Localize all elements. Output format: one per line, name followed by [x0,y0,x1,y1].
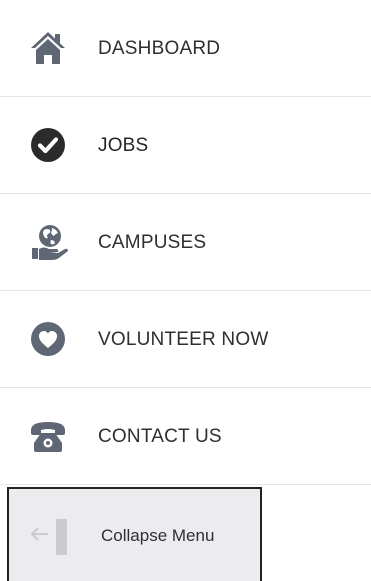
sidebar-menu: DASHBOARD JOBS CAMPUSES VOLUNTEER NOW CO… [0,0,371,581]
telephone-icon [28,416,68,456]
sidebar-item-label: VOLUNTEER NOW [98,328,269,350]
home-icon [28,28,68,68]
collapse-menu-button[interactable]: Collapse Menu [7,487,262,581]
sidebar-item-contact-us[interactable]: CONTACT US [0,388,371,485]
sidebar-item-dashboard[interactable]: DASHBOARD [0,0,371,97]
sidebar-item-label: CAMPUSES [98,231,207,253]
collapse-arrow-icon [28,517,72,555]
nav-list: DASHBOARD JOBS CAMPUSES VOLUNTEER NOW CO… [0,0,371,485]
sidebar-item-campuses[interactable]: CAMPUSES [0,194,371,291]
sidebar-item-volunteer-now[interactable]: VOLUNTEER NOW [0,291,371,388]
sidebar-item-jobs[interactable]: JOBS [0,97,371,194]
sidebar-item-label: CONTACT US [98,425,222,447]
globe-in-hand-icon [28,222,68,262]
collapse-menu-label: Collapse Menu [101,526,215,545]
sidebar-item-label: DASHBOARD [98,37,221,59]
heart-circle-icon [28,319,68,359]
check-circle-icon [28,125,68,165]
sidebar-item-label: JOBS [98,134,149,156]
